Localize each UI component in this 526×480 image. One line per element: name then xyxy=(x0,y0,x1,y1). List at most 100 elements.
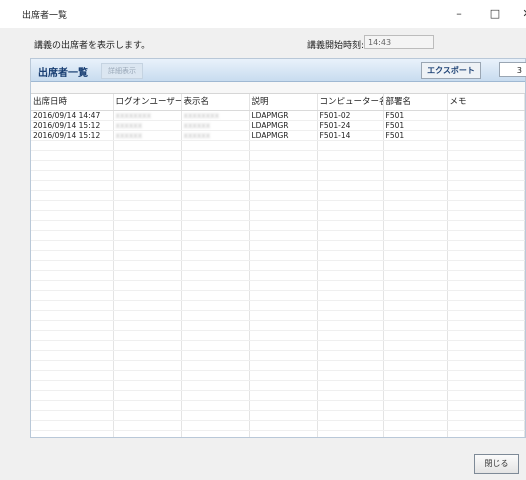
empty-cell xyxy=(181,410,250,421)
cell-memo xyxy=(447,120,525,131)
empty-cell xyxy=(113,200,182,211)
empty-cell xyxy=(181,310,250,321)
empty-cell xyxy=(31,280,114,291)
detail-view-button[interactable]: 詳細表示 xyxy=(101,63,143,79)
empty-cell xyxy=(317,200,384,211)
empty-cell xyxy=(317,420,384,431)
empty-cell xyxy=(317,280,384,291)
empty-row xyxy=(31,400,525,411)
empty-cell xyxy=(249,190,318,201)
empty-cell xyxy=(317,320,384,331)
empty-cell xyxy=(447,330,525,341)
empty-cell xyxy=(383,340,448,351)
empty-cell xyxy=(113,390,182,401)
empty-cell xyxy=(31,290,114,301)
table-row[interactable]: 2016/09/14 15:12 xxxxxx xxxxxx LDAPMGR F… xyxy=(31,120,525,131)
empty-cell xyxy=(447,360,525,371)
empty-row xyxy=(31,190,525,201)
column-header-logon-user[interactable]: ログオンユーザー xyxy=(113,94,182,111)
empty-cell xyxy=(447,400,525,411)
empty-cell xyxy=(317,180,384,191)
description-text: 講義の出席者を表示します。 xyxy=(34,41,151,51)
empty-cell xyxy=(317,220,384,231)
cell-logon-user-redacted: xxxxxx xyxy=(113,130,182,141)
empty-cell xyxy=(31,180,114,191)
empty-cell xyxy=(317,350,384,361)
column-header-description[interactable]: 説明 xyxy=(249,94,318,111)
empty-cell xyxy=(447,270,525,281)
cell-logon-user-redacted: xxxxxx xyxy=(113,120,182,131)
empty-cell xyxy=(113,210,182,221)
export-button[interactable]: エクスポート xyxy=(421,62,481,79)
empty-cell xyxy=(317,330,384,341)
empty-cell xyxy=(181,370,250,381)
attendee-table: 出席日時 ログオンユーザー 表示名 説明 コンピューター名 部署名 メモ 201… xyxy=(31,94,525,437)
empty-cell xyxy=(249,430,318,437)
table-row[interactable]: 2016/09/14 14:47 xxxxxxxx xxxxxxxx LDAPM… xyxy=(31,110,525,121)
empty-row xyxy=(31,250,525,261)
empty-row xyxy=(31,320,525,331)
empty-cell xyxy=(383,200,448,211)
empty-cell xyxy=(181,170,250,181)
empty-cell xyxy=(383,160,448,171)
empty-cell xyxy=(317,360,384,371)
close-button[interactable]: 閉じる xyxy=(474,454,519,474)
empty-cell xyxy=(447,380,525,391)
empty-cell xyxy=(383,190,448,201)
empty-row xyxy=(31,290,525,301)
empty-cell xyxy=(249,260,318,271)
empty-cell xyxy=(31,380,114,391)
empty-cell xyxy=(113,330,182,341)
column-header-date[interactable]: 出席日時 xyxy=(31,94,114,111)
maximize-button[interactable]: □ xyxy=(480,4,510,24)
column-header-department[interactable]: 部署名 xyxy=(383,94,448,111)
window-title: 出席者一覧 xyxy=(22,11,68,21)
empty-cell xyxy=(249,230,318,241)
empty-cell xyxy=(31,190,114,201)
empty-cell xyxy=(181,260,250,271)
empty-cell xyxy=(113,310,182,321)
minimize-button[interactable]: – xyxy=(444,4,474,24)
empty-cell xyxy=(113,150,182,161)
empty-cell xyxy=(317,260,384,271)
empty-cell xyxy=(447,320,525,331)
empty-cell xyxy=(181,360,250,371)
empty-cell xyxy=(317,340,384,351)
empty-cell xyxy=(447,160,525,171)
cell-department: F501 xyxy=(383,110,448,121)
empty-row xyxy=(31,360,525,371)
empty-cell xyxy=(249,330,318,341)
empty-cell xyxy=(113,180,182,191)
empty-cell xyxy=(383,230,448,241)
empty-cell xyxy=(31,300,114,311)
empty-cell xyxy=(113,350,182,361)
count-field: 3 xyxy=(499,62,526,77)
empty-cell xyxy=(383,330,448,341)
empty-cell xyxy=(181,180,250,191)
empty-cell xyxy=(447,260,525,271)
empty-cell xyxy=(31,250,114,261)
column-header-display-name[interactable]: 表示名 xyxy=(181,94,250,111)
empty-cell xyxy=(31,430,114,437)
cell-date: 2016/09/14 14:47 xyxy=(31,110,114,121)
cell-display-name-redacted: xxxxxxxx xyxy=(181,110,250,121)
table-row[interactable]: 2016/09/14 15:12 xxxxxx xxxxxx LDAPMGR F… xyxy=(31,130,525,141)
empty-row xyxy=(31,350,525,361)
empty-cell xyxy=(249,210,318,221)
column-header-computer-name[interactable]: コンピューター名 xyxy=(317,94,384,111)
empty-cell xyxy=(447,210,525,221)
empty-cell xyxy=(113,240,182,251)
empty-cell xyxy=(383,410,448,421)
empty-cell xyxy=(249,150,318,161)
column-header-memo[interactable]: メモ xyxy=(447,94,525,111)
empty-cell xyxy=(181,200,250,211)
empty-cell xyxy=(249,310,318,321)
empty-cell xyxy=(113,280,182,291)
empty-row xyxy=(31,260,525,271)
close-window-button[interactable]: ✕ xyxy=(512,4,526,24)
empty-cell xyxy=(383,420,448,431)
cell-memo xyxy=(447,130,525,141)
empty-cell xyxy=(249,200,318,211)
empty-cell xyxy=(31,260,114,271)
empty-cell xyxy=(181,240,250,251)
